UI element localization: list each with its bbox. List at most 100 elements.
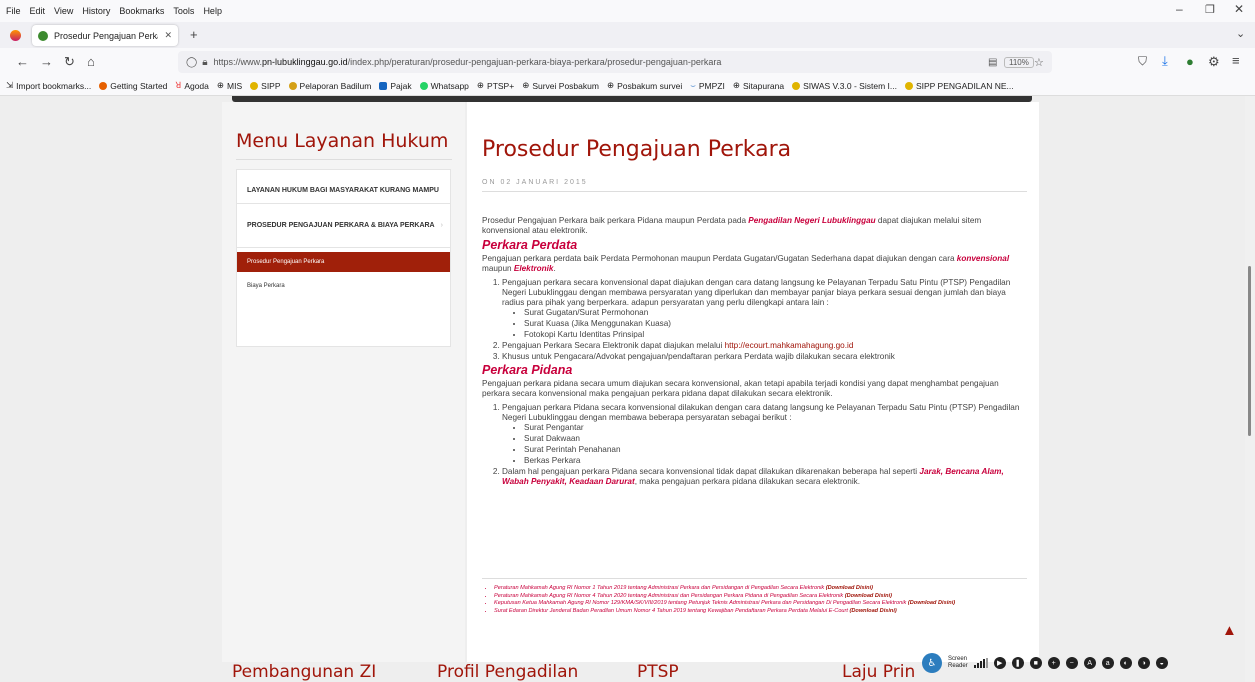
- globe-icon: ⊕: [522, 80, 530, 90]
- bookmark-mis[interactable]: ⊕ MIS: [217, 80, 242, 91]
- menu-help[interactable]: Help: [203, 6, 222, 16]
- scroll-top-icon[interactable]: ▲: [1222, 622, 1237, 639]
- download-link[interactable]: (Download Disini): [850, 608, 897, 614]
- tab-prosedur[interactable]: Prosedur Pengajuan Perkara ✕: [32, 25, 178, 46]
- bookmark-getting-started[interactable]: Getting Started: [99, 81, 167, 91]
- reference-item[interactable]: Surat Edaran Direktur Jenderal Badan Per…: [494, 608, 1027, 616]
- menu-edit[interactable]: Edit: [30, 6, 46, 16]
- lock-icon[interactable]: 🔒︎: [202, 57, 207, 68]
- footer-ptsp[interactable]: PTSP: [637, 662, 679, 682]
- bookmark-agoda[interactable]: ꓤ Agoda: [175, 80, 209, 91]
- bookmark-posbakum-survei[interactable]: ⊕ Posbakum survei: [607, 80, 682, 91]
- post-date: ON 02 JANUARI 2015: [482, 179, 588, 186]
- sidebar-item-prosedur-biaya[interactable]: PROSEDUR PENGAJUAN PERKARA & BIAYA PERKA…: [237, 204, 450, 248]
- bookmark-sipp-pengadilan[interactable]: SIPP PENGADILAN NE...: [904, 81, 1014, 91]
- ecourt-link[interactable]: http://ecourt.mahkamahagung.go.id: [725, 341, 854, 350]
- volume-icon[interactable]: [973, 658, 988, 668]
- home-icon[interactable]: ⌂: [87, 54, 95, 69]
- reference-item[interactable]: Peraturan Mahkamah Agung RI Nomor 4 Tahu…: [494, 593, 1027, 601]
- download-link[interactable]: (Download Disini): [826, 585, 873, 591]
- reader-view-icon[interactable]: ▤: [988, 57, 997, 68]
- download-link[interactable]: (Download Disini): [908, 600, 955, 606]
- zoom-out-icon[interactable]: −: [1065, 657, 1078, 669]
- reload-icon[interactable]: ↻: [64, 54, 75, 70]
- list-item: Fotokopi Kartu Identitas Prinsipal: [524, 330, 1027, 340]
- pocket-icon[interactable]: ⛉: [1138, 54, 1147, 69]
- font-icon[interactable]: A: [1083, 657, 1096, 669]
- scrollbar-thumb[interactable]: [1248, 266, 1251, 436]
- list-tabs-icon[interactable]: ⌄: [1236, 27, 1245, 40]
- list-item: Dalam hal pengajuan perkara Pidana secar…: [502, 467, 1027, 487]
- bookmark-sipp[interactable]: SIPP: [250, 81, 281, 91]
- bookmark-import[interactable]: ⇲ Import bookmarks...: [6, 80, 91, 91]
- zoom-level[interactable]: 110%: [1004, 56, 1034, 68]
- main-content: Prosedur Pengajuan Perkara ON 02 JANUARI…: [467, 102, 1039, 662]
- list-item: Surat Pengantar: [524, 423, 1027, 433]
- screen-reader-icon[interactable]: ♿︎: [922, 653, 942, 673]
- divider: [236, 159, 452, 160]
- footer-profil-pengadilan[interactable]: Profil Pengadilan: [437, 662, 578, 682]
- perdata-list: Pengajuan perkara secara konvensional da…: [482, 278, 1027, 362]
- bookmark-whatsapp[interactable]: Whatsapp: [419, 81, 469, 91]
- close-window-icon[interactable]: ✕: [1234, 2, 1244, 16]
- bookmark-pmpzi[interactable]: ⌣ PMPZI: [690, 80, 725, 91]
- list-item: Pengajuan Perkara Secara Elektronik dapa…: [502, 341, 1027, 351]
- download-link[interactable]: (Download Disini): [845, 593, 892, 599]
- shield-icon[interactable]: ◯: [186, 57, 197, 68]
- globe-icon: ⊕: [476, 80, 485, 90]
- stop-icon[interactable]: ■: [1029, 657, 1042, 669]
- hamburger-menu-icon[interactable]: ≡: [1232, 53, 1240, 68]
- menu-tools[interactable]: Tools: [173, 6, 194, 16]
- contrast-icon[interactable]: ◐: [1119, 657, 1132, 669]
- firefox-view-icon[interactable]: [10, 30, 21, 41]
- invert-icon[interactable]: ◑: [1137, 657, 1150, 669]
- footer-pembangunan-zi[interactable]: Pembangunan ZI: [232, 662, 376, 682]
- text-icon[interactable]: a: [1101, 657, 1114, 669]
- bookmark-siwas[interactable]: SIWAS V.3.0 - Sistem I...: [792, 81, 897, 91]
- extensions-icon[interactable]: ⚙: [1208, 54, 1220, 70]
- screen-reader-label: Screen Reader: [948, 656, 968, 669]
- restore-icon[interactable]: ❐: [1205, 3, 1215, 16]
- play-icon[interactable]: ▶: [993, 657, 1006, 669]
- menu-view[interactable]: View: [54, 6, 73, 16]
- accessibility-toolbar: ♿︎ Screen Reader ▶ ❚ ■ + − A a ◐ ◑ ◒: [922, 651, 1245, 675]
- footer-laju-prin[interactable]: Laju Prin: [842, 662, 915, 682]
- url-bar[interactable]: ◯ 🔒︎ https://www. pn-lubuklinggau.go.id/i…: [178, 51, 1052, 73]
- bookmark-ptsp[interactable]: ⊕ PTSP+: [477, 80, 514, 91]
- close-tab-icon[interactable]: ✕: [164, 30, 172, 41]
- list-item: Surat Gugatan/Surat Permohonan: [524, 308, 1027, 318]
- extension-icon[interactable]: ●: [1186, 54, 1194, 69]
- sidebar-heading: Menu Layanan Hukum: [236, 130, 449, 152]
- reference-item[interactable]: Keputusan Ketua Mahkamah Agung RI Nomor …: [494, 600, 1027, 608]
- reference-item[interactable]: Peraturan Mahkamah Agung RI Nomor 1 Tahu…: [494, 585, 1027, 593]
- new-tab-icon[interactable]: +: [190, 27, 198, 42]
- bookmark-survei-posbakum[interactable]: ⊕ Survei Posbakum: [522, 80, 599, 91]
- menu-file[interactable]: File: [6, 6, 21, 16]
- pause-icon[interactable]: ❚: [1011, 657, 1024, 669]
- menu-history[interactable]: History: [82, 6, 110, 16]
- zoom-in-icon[interactable]: +: [1047, 657, 1060, 669]
- nav-bar: ← → ↻ ⌂ ◯ 🔒︎ https://www. pn-lubuklinggau…: [0, 48, 1255, 76]
- bookmark-pelaporan-badilum[interactable]: Pelaporan Badilum: [288, 81, 371, 91]
- bookmark-pajak[interactable]: Pajak: [379, 81, 412, 91]
- back-icon[interactable]: ←: [16, 54, 29, 69]
- scrollbar[interactable]: [1245, 96, 1255, 682]
- bookmark-star-icon[interactable]: ☆: [1034, 56, 1044, 69]
- shield-bookmark-icon: [904, 81, 913, 90]
- shield-bookmark-icon: [250, 81, 259, 90]
- pmpzi-icon: ⌣: [690, 80, 696, 90]
- bookmark-sitapurana[interactable]: ⊕ Sitapurana: [733, 80, 784, 91]
- downloads-icon[interactable]: ⤓: [1162, 53, 1168, 69]
- forward-icon[interactable]: →: [40, 54, 53, 69]
- sidebar-item-layanan-hukum[interactable]: LAYANAN HUKUM BAGI MASYARAKAT KURANG MAM…: [237, 178, 450, 204]
- article-body: Prosedur Pengajuan Perkara baik perkara …: [482, 216, 1027, 489]
- firefox-icon: [99, 81, 108, 90]
- sidebar-item-prosedur-pengajuan[interactable]: Prosedur Pengajuan Perkara: [237, 252, 450, 272]
- agoda-icon: ꓤ: [175, 80, 182, 90]
- grayscale-icon[interactable]: ◒: [1155, 657, 1168, 669]
- pidana-list: Pengajuan perkara Pidana secara konvensi…: [482, 403, 1027, 487]
- menu-bookmarks[interactable]: Bookmarks: [119, 6, 164, 16]
- sidebar-item-biaya-perkara[interactable]: Biaya Perkara: [237, 276, 450, 296]
- minimize-icon[interactable]: –: [1176, 2, 1183, 16]
- footer-nav: Pembangunan ZI Profil Pengadilan PTSP La…: [232, 662, 1032, 682]
